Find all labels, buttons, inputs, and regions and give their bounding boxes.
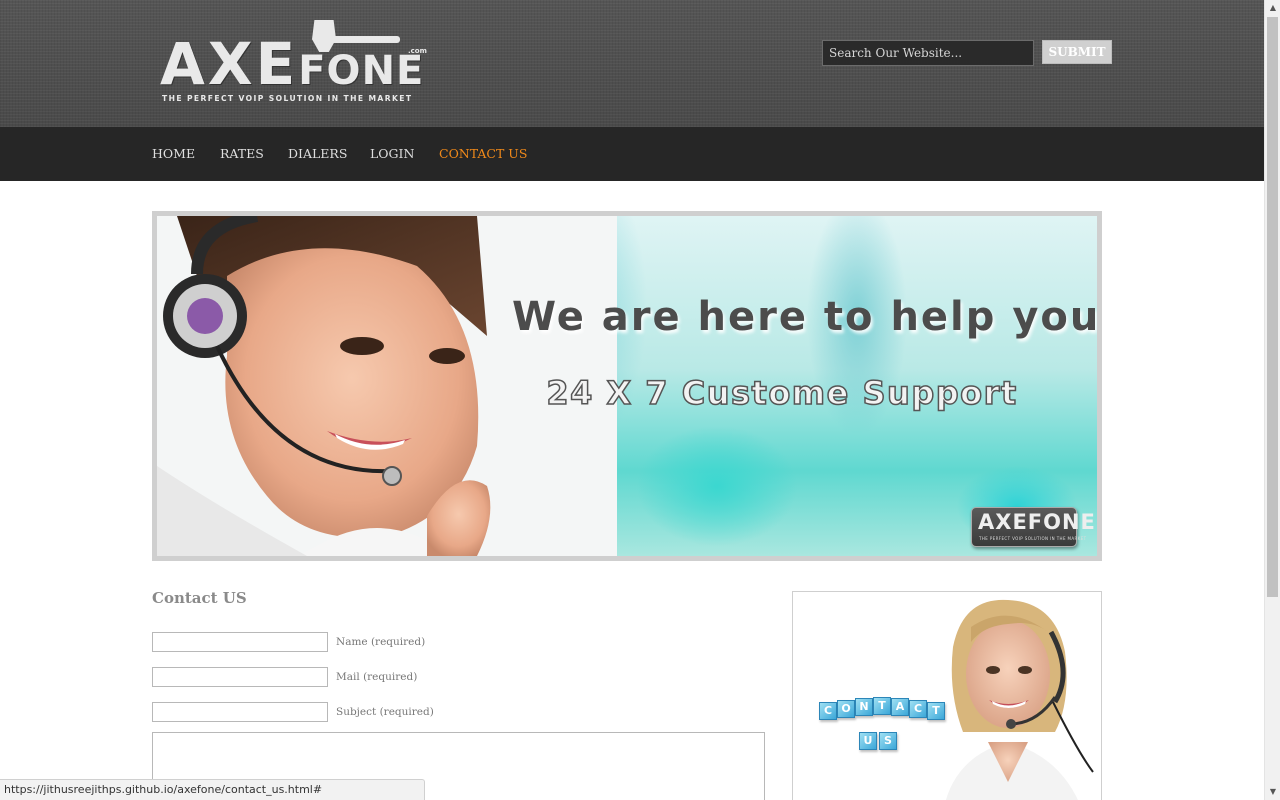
site-header: AXEFONE .com THE PERFECT VOIP SOLUTION I… (0, 0, 1264, 127)
banner-badge-tagline: THE PERFECT VOIP SOLUTION IN THE MARKET (979, 536, 1087, 541)
banner-badge-brand: AXEFONE (978, 510, 1096, 534)
cube-letter: C (819, 702, 837, 720)
browser-status-bar: https://jithusreejithps.github.io/axefon… (0, 779, 425, 800)
cube-letter: T (927, 702, 945, 720)
subject-field-label: Subject (required) (336, 706, 434, 718)
nav-item-contact-us[interactable]: CONTACT US (439, 127, 527, 181)
page-scrollbar[interactable]: ▲ ▼ (1264, 0, 1280, 800)
scroll-down-arrow-icon[interactable]: ▼ (1265, 784, 1280, 800)
contact-title: Contact US (152, 589, 247, 607)
support-agent-side-photo (945, 599, 1094, 800)
logo-tagline: THE PERFECT VOIP SOLUTION IN THE MARKET (162, 94, 413, 103)
name-field-label: Name (required) (336, 636, 426, 648)
scrollbar-thumb[interactable] (1267, 17, 1278, 597)
logo-brand-main: AXE (160, 30, 299, 98)
nav-item-home[interactable]: HOME (152, 127, 195, 181)
cube-letter: U (859, 732, 877, 750)
hero-banner: We are here to help you 24 X 7 Custome S… (152, 211, 1102, 561)
cube-letter: T (873, 697, 891, 715)
cube-letter: O (837, 700, 855, 718)
cube-letter: S (879, 732, 897, 750)
logo-domain-suffix: .com (408, 47, 427, 55)
search-submit-button[interactable]: SUBMIT (1042, 40, 1112, 64)
mail-field-label: Mail (required) (336, 671, 418, 683)
subject-field[interactable] (152, 702, 328, 722)
scroll-up-arrow-icon[interactable]: ▲ (1265, 0, 1280, 16)
search-input[interactable] (822, 40, 1034, 66)
banner-logo-badge: AXEFONE THE PERFECT VOIP SOLUTION IN THE… (971, 507, 1095, 547)
logo-wordmark: AXEFONE (160, 34, 424, 101)
cube-letter: N (855, 698, 873, 716)
banner-subtitle: 24 X 7 Custome Support (546, 373, 1018, 413)
banner-title: We are here to help you (512, 294, 1097, 340)
banner-image: We are here to help you 24 X 7 Custome S… (157, 216, 1097, 556)
contact-us-image: C O N T A C T U S (792, 591, 1102, 800)
axefone-logo[interactable]: AXEFONE .com THE PERFECT VOIP SOLUTION I… (160, 20, 432, 106)
name-field[interactable] (152, 632, 328, 652)
nav-item-dialers[interactable]: DIALERS (288, 127, 347, 181)
mail-field[interactable] (152, 667, 328, 687)
cube-letter: A (891, 698, 909, 716)
main-nav: HOME RATES DIALERS LOGIN CONTACT US (0, 127, 1264, 181)
nav-item-login[interactable]: LOGIN (370, 127, 414, 181)
nav-item-rates[interactable]: RATES (220, 127, 264, 181)
cube-letter: C (909, 700, 927, 718)
logo-brand-sub: FONE (298, 48, 425, 94)
